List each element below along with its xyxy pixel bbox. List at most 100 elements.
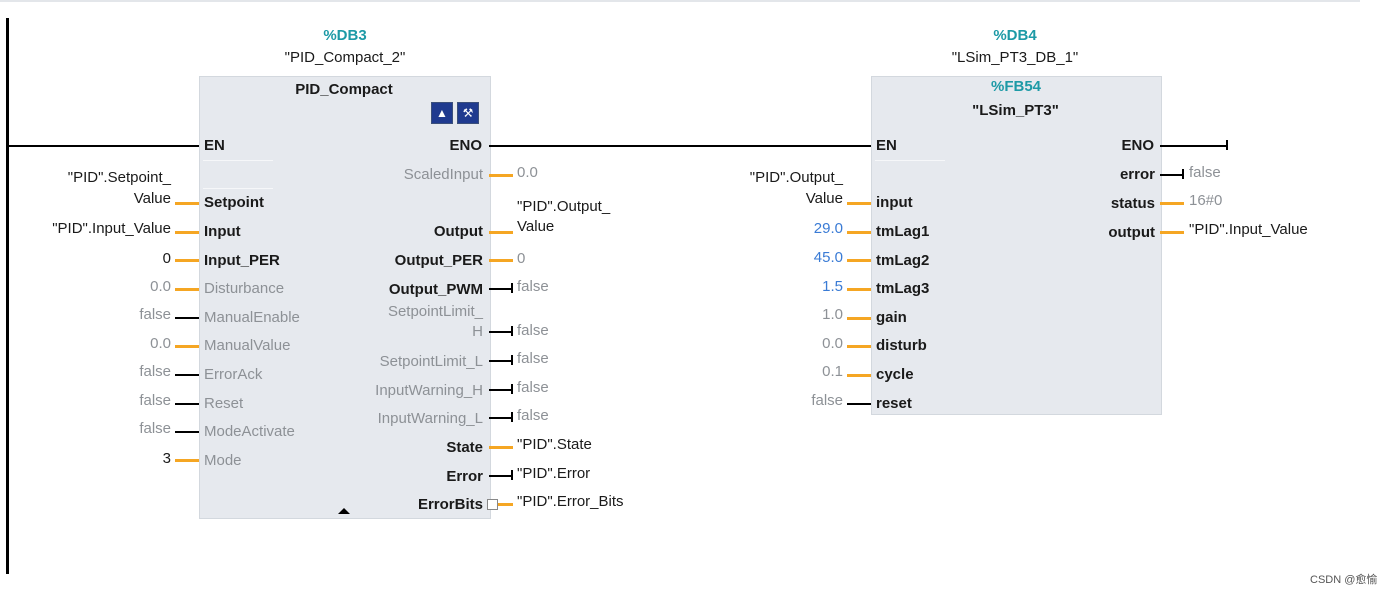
mode-activate-pin: ModeActivate [204,423,295,440]
disturbance-pin: Disturbance [204,280,285,297]
db4-instance-name[interactable]: "LSim_PT3_DB_1" [915,49,1115,66]
eno-wire [1160,145,1228,147]
gain-arg[interactable]: 1.0 [680,306,843,324]
input-wire [175,231,199,234]
reset-pin: reset [876,395,912,412]
setpoint-arg-line1[interactable]: "PID".Setpoint_ [20,169,171,187]
input-per-wire [175,259,199,262]
manual-enable-pin: ManualEnable [204,309,300,326]
tmlag3-pin: tmLag3 [876,280,930,297]
output-pwm-pin: Output_PWM [388,281,483,298]
input-wire [847,202,871,205]
state-arg[interactable]: "PID".State [517,436,592,454]
cycle-pin: cycle [876,366,914,383]
manual-value-wire [175,345,199,348]
reset-pin: Reset [204,395,244,412]
scaled-input-wire [489,174,513,177]
input-arg[interactable]: "PID".Input_Value [20,220,171,238]
error-bits-pin: ErrorBits [417,496,483,513]
db4-address: %DB4 [993,27,1037,44]
rail-to-en-wire [8,145,200,147]
status-arg[interactable]: 16#0 [1189,192,1222,210]
manual-enable-arg[interactable]: false [20,306,171,324]
scaled-input-pin: ScaledInput [403,166,483,183]
collapse-arrow-icon[interactable] [338,508,350,514]
input-warning-h-pin: InputWarning_H [375,382,483,399]
setpoint-limit-l-pin: SetpointLimit_L [379,353,483,370]
power-rail [6,18,9,574]
reset-arg[interactable]: false [680,392,843,410]
output-per-arg[interactable]: 0 [517,250,525,268]
gain-wire [847,317,871,320]
download-icon[interactable]: ▲ [431,102,453,124]
mode-arg[interactable]: 3 [20,450,171,468]
en-pin: EN [876,137,897,154]
tmlag2-arg[interactable]: 45.0 [680,249,843,267]
gain-pin: gain [876,309,907,326]
error-bits-wire [498,503,513,506]
error-terminator [1182,169,1184,179]
output-pin: output [1108,224,1155,241]
manual-value-arg[interactable]: 0.0 [20,335,171,353]
input-arg-line1[interactable]: "PID".Output_ [680,169,843,187]
error-ack-wire [175,374,199,376]
reset-arg[interactable]: false [20,392,171,410]
mode-activate-wire [175,431,199,433]
error-arg[interactable]: false [1189,164,1221,182]
setpoint-limit-l-arg[interactable]: false [517,350,549,368]
output-per-pin: Output_PER [394,252,483,269]
scaled-input-arg[interactable]: 0.0 [517,164,538,182]
separator [203,188,273,189]
watermark: CSDN @愈愉 [1310,574,1378,586]
cycle-arg[interactable]: 0.1 [680,363,843,381]
output-arg-line1[interactable]: "PID".Output_ [517,198,610,216]
output-arg-line2[interactable]: Value [517,218,554,236]
setpoint-wire [175,202,199,205]
error-pin: error [1119,166,1155,183]
lsim-pt3-block[interactable] [871,76,1162,415]
error-bits-arg[interactable]: "PID".Error_Bits [517,493,624,511]
error-pin: Error [446,468,483,485]
mode-activate-arg[interactable]: false [20,420,171,438]
eno-pin: ENO [1121,137,1154,154]
setpoint-limit-h-terminator [511,326,513,336]
mode-pin: Mode [204,452,242,469]
tools-icon[interactable]: ⚒ [457,102,479,124]
tmlag1-wire [847,231,871,234]
input-warning-h-terminator [511,384,513,394]
input-warning-l-wire [489,417,513,419]
eno-terminator [1226,140,1228,150]
tmlag3-arg[interactable]: 1.5 [680,278,843,296]
disturb-arg[interactable]: 0.0 [680,335,843,353]
manual-value-pin: ManualValue [204,337,291,354]
db3-instance-name[interactable]: "PID_Compact_2" [250,49,440,66]
input-warning-h-wire [489,389,513,391]
setpoint-arg-line2[interactable]: Value [20,190,171,208]
output-pwm-terminator [511,283,513,293]
en-pin: EN [204,137,225,154]
output-per-wire [489,259,513,262]
input-per-arg[interactable]: 0 [20,250,171,268]
error-arg[interactable]: "PID".Error [517,465,590,483]
tmlag1-arg[interactable]: 29.0 [680,220,843,238]
error-ack-arg[interactable]: false [20,363,171,381]
error-wire [1160,174,1184,176]
tmlag3-wire [847,288,871,291]
fb54-address: %FB54 [990,78,1042,95]
input-warning-l-arg[interactable]: false [517,407,549,425]
setpoint-pin: Setpoint [204,194,264,211]
input-per-pin: Input_PER [204,252,280,269]
input-warning-h-arg[interactable]: false [517,379,549,397]
output-arg[interactable]: "PID".Input_Value [1189,221,1308,239]
top-border [0,0,1360,2]
setpoint-limit-l-terminator [511,355,513,365]
eno-to-en-wire [489,145,871,147]
input-warning-l-terminator [511,412,513,422]
tmlag1-pin: tmLag1 [876,223,930,240]
disturbance-arg[interactable]: 0.0 [20,278,171,296]
output-pwm-arg[interactable]: false [517,278,549,296]
setpoint-limit-h-arg[interactable]: false [517,322,549,340]
error-ack-pin: ErrorAck [204,366,263,383]
error-terminator [511,470,513,480]
input-arg-line2[interactable]: Value [680,190,843,208]
